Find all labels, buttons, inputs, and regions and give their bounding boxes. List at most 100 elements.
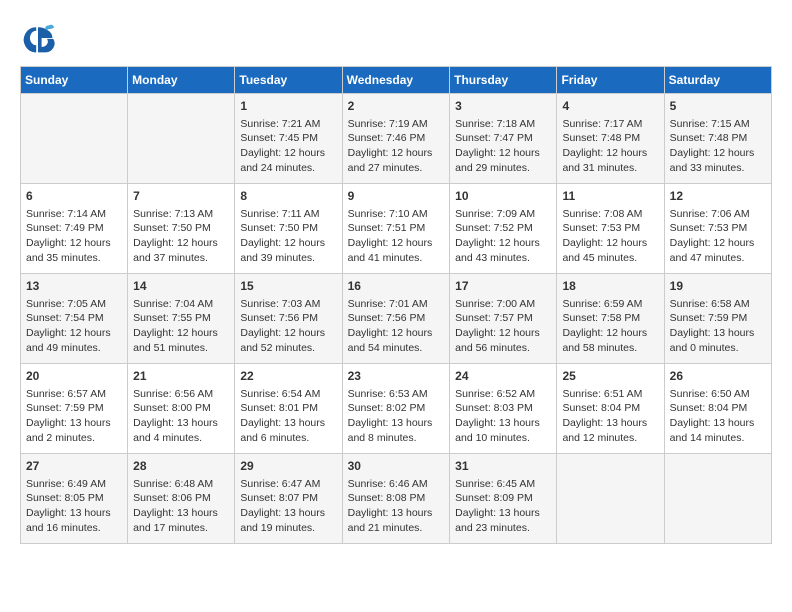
calendar-cell: 14 Sunrise: 7:04 AM Sunset: 7:55 PM Dayli… — [128, 274, 235, 364]
day-number: 19 — [670, 278, 766, 295]
col-header-saturday: Saturday — [664, 67, 771, 94]
cell-content: Sunrise: 6:59 AM Sunset: 7:58 PM Dayligh… — [562, 297, 658, 356]
calendar-cell: 11Sunrise: 7:08 AM Sunset: 7:53 PM Dayli… — [557, 184, 664, 274]
col-header-thursday: Thursday — [450, 67, 557, 94]
cell-content: Sunrise: 6:53 AM Sunset: 8:02 PM Dayligh… — [348, 387, 445, 446]
calendar-week-row: 6Sunrise: 7:14 AM Sunset: 7:49 PM Daylig… — [21, 184, 772, 274]
calendar-cell: 12 Sunrise: 7:06 AM Sunset: 7:53 PM Dayli… — [664, 184, 771, 274]
cell-content: Sunrise: 6:54 AM Sunset: 8:01 PM Dayligh… — [240, 387, 336, 446]
day-number: 13 — [26, 278, 122, 295]
day-number: 14 — [133, 278, 229, 295]
cell-content: Sunrise: 7:11 AM Sunset: 7:50 PM Dayligh… — [240, 207, 336, 266]
day-number: 10 — [455, 188, 551, 205]
calendar-cell — [128, 94, 235, 184]
cell-content: Sunrise: 7:15 AM Sunset: 7:48 PM Dayligh… — [670, 117, 766, 176]
cell-content: Sunrise: 6:51 AM Sunset: 8:04 PM Dayligh… — [562, 387, 658, 446]
day-number: 5 — [670, 98, 766, 115]
cell-content: Sunrise: 7:10 AM Sunset: 7:51 PM Dayligh… — [348, 207, 445, 266]
cell-content: Sunrise: 7:09 AM Sunset: 7:52 PM Dayligh… — [455, 207, 551, 266]
cell-content: Sunrise: 7:18 AM Sunset: 7:47 PM Dayligh… — [455, 117, 551, 176]
day-number: 22 — [240, 368, 336, 385]
calendar-week-row: 27 Sunrise: 6:49 AM Sunset: 8:05 PM Dayli… — [21, 454, 772, 544]
calendar-cell: 6Sunrise: 7:14 AM Sunset: 7:49 PM Daylig… — [21, 184, 128, 274]
col-header-tuesday: Tuesday — [235, 67, 342, 94]
day-number: 3 — [455, 98, 551, 115]
calendar-week-row: 20 Sunrise: 6:57 AM Sunset: 7:59 PM Dayli… — [21, 364, 772, 454]
day-number: 27 — [26, 458, 122, 475]
calendar-cell — [21, 94, 128, 184]
day-number: 23 — [348, 368, 445, 385]
cell-content: Sunrise: 7:19 AM Sunset: 7:46 PM Dayligh… — [348, 117, 445, 176]
calendar-week-row: 13 Sunrise: 7:05 AM Sunset: 7:54 PM Dayli… — [21, 274, 772, 364]
cell-content: Sunrise: 6:57 AM Sunset: 7:59 PM Dayligh… — [26, 387, 122, 446]
header-row: SundayMondayTuesdayWednesdayThursdayFrid… — [21, 67, 772, 94]
cell-content: Sunrise: 7:14 AM Sunset: 7:49 PM Dayligh… — [26, 207, 122, 266]
day-number: 9 — [348, 188, 445, 205]
page-header — [20, 20, 772, 56]
cell-content: Sunrise: 7:00 AM Sunset: 7:57 PM Dayligh… — [455, 297, 551, 356]
calendar-cell: 24 Sunrise: 6:52 AM Sunset: 8:03 PM Dayli… — [450, 364, 557, 454]
cell-content: Sunrise: 7:04 AM Sunset: 7:55 PM Dayligh… — [133, 297, 229, 356]
calendar-cell — [557, 454, 664, 544]
day-number: 24 — [455, 368, 551, 385]
cell-content: Sunrise: 6:52 AM Sunset: 8:03 PM Dayligh… — [455, 387, 551, 446]
calendar-week-row: 1 Sunrise: 7:21 AM Sunset: 7:45 PM Daylig… — [21, 94, 772, 184]
calendar-cell: 19 Sunrise: 6:58 AM Sunset: 7:59 PM Dayli… — [664, 274, 771, 364]
cell-content: Sunrise: 6:46 AM Sunset: 8:08 PM Dayligh… — [348, 477, 445, 536]
day-number: 12 — [670, 188, 766, 205]
calendar-cell: 1 Sunrise: 7:21 AM Sunset: 7:45 PM Daylig… — [235, 94, 342, 184]
col-header-friday: Friday — [557, 67, 664, 94]
calendar-cell: 25 Sunrise: 6:51 AM Sunset: 8:04 PM Dayli… — [557, 364, 664, 454]
calendar-cell: 27 Sunrise: 6:49 AM Sunset: 8:05 PM Dayli… — [21, 454, 128, 544]
day-number: 7 — [133, 188, 229, 205]
day-number: 26 — [670, 368, 766, 385]
calendar-cell: 20 Sunrise: 6:57 AM Sunset: 7:59 PM Dayli… — [21, 364, 128, 454]
cell-content: Sunrise: 6:56 AM Sunset: 8:00 PM Dayligh… — [133, 387, 229, 446]
cell-content: Sunrise: 7:17 AM Sunset: 7:48 PM Dayligh… — [562, 117, 658, 176]
cell-content: Sunrise: 6:58 AM Sunset: 7:59 PM Dayligh… — [670, 297, 766, 356]
calendar-cell: 28Sunrise: 6:48 AM Sunset: 8:06 PM Dayli… — [128, 454, 235, 544]
calendar-cell: 8Sunrise: 7:11 AM Sunset: 7:50 PM Daylig… — [235, 184, 342, 274]
day-number: 21 — [133, 368, 229, 385]
calendar-cell: 9 Sunrise: 7:10 AM Sunset: 7:51 PM Daylig… — [342, 184, 450, 274]
calendar-cell — [664, 454, 771, 544]
calendar-cell: 15Sunrise: 7:03 AM Sunset: 7:56 PM Dayli… — [235, 274, 342, 364]
cell-content: Sunrise: 7:05 AM Sunset: 7:54 PM Dayligh… — [26, 297, 122, 356]
col-header-monday: Monday — [128, 67, 235, 94]
day-number: 15 — [240, 278, 336, 295]
day-number: 20 — [26, 368, 122, 385]
day-number: 1 — [240, 98, 336, 115]
col-header-sunday: Sunday — [21, 67, 128, 94]
day-number: 4 — [562, 98, 658, 115]
calendar-cell: 21 Sunrise: 6:56 AM Sunset: 8:00 PM Dayli… — [128, 364, 235, 454]
calendar-cell: 4 Sunrise: 7:17 AM Sunset: 7:48 PM Daylig… — [557, 94, 664, 184]
day-number: 16 — [348, 278, 445, 295]
calendar-cell: 26 Sunrise: 6:50 AM Sunset: 8:04 PM Dayli… — [664, 364, 771, 454]
calendar-cell: 22 Sunrise: 6:54 AM Sunset: 8:01 PM Dayli… — [235, 364, 342, 454]
cell-content: Sunrise: 6:45 AM Sunset: 8:09 PM Dayligh… — [455, 477, 551, 536]
calendar-cell: 31 Sunrise: 6:45 AM Sunset: 8:09 PM Dayli… — [450, 454, 557, 544]
cell-content: Sunrise: 6:49 AM Sunset: 8:05 PM Dayligh… — [26, 477, 122, 536]
calendar-cell: 7 Sunrise: 7:13 AM Sunset: 7:50 PM Daylig… — [128, 184, 235, 274]
calendar-table: SundayMondayTuesdayWednesdayThursdayFrid… — [20, 66, 772, 544]
cell-content: Sunrise: 7:21 AM Sunset: 7:45 PM Dayligh… — [240, 117, 336, 176]
day-number: 25 — [562, 368, 658, 385]
cell-content: Sunrise: 6:50 AM Sunset: 8:04 PM Dayligh… — [670, 387, 766, 446]
calendar-cell: 18Sunrise: 6:59 AM Sunset: 7:58 PM Dayli… — [557, 274, 664, 364]
calendar-cell: 23 Sunrise: 6:53 AM Sunset: 8:02 PM Dayli… — [342, 364, 450, 454]
cell-content: Sunrise: 7:13 AM Sunset: 7:50 PM Dayligh… — [133, 207, 229, 266]
calendar-cell: 29Sunrise: 6:47 AM Sunset: 8:07 PM Dayli… — [235, 454, 342, 544]
cell-content: Sunrise: 6:47 AM Sunset: 8:07 PM Dayligh… — [240, 477, 336, 536]
day-number: 11 — [562, 188, 658, 205]
calendar-cell: 3 Sunrise: 7:18 AM Sunset: 7:47 PM Daylig… — [450, 94, 557, 184]
calendar-cell: 10 Sunrise: 7:09 AM Sunset: 7:52 PM Dayli… — [450, 184, 557, 274]
day-number: 28 — [133, 458, 229, 475]
logo — [20, 20, 60, 56]
logo-icon — [20, 20, 56, 56]
calendar-cell: 13 Sunrise: 7:05 AM Sunset: 7:54 PM Dayli… — [21, 274, 128, 364]
cell-content: Sunrise: 7:06 AM Sunset: 7:53 PM Dayligh… — [670, 207, 766, 266]
day-number: 2 — [348, 98, 445, 115]
day-number: 30 — [348, 458, 445, 475]
cell-content: Sunrise: 7:01 AM Sunset: 7:56 PM Dayligh… — [348, 297, 445, 356]
day-number: 31 — [455, 458, 551, 475]
